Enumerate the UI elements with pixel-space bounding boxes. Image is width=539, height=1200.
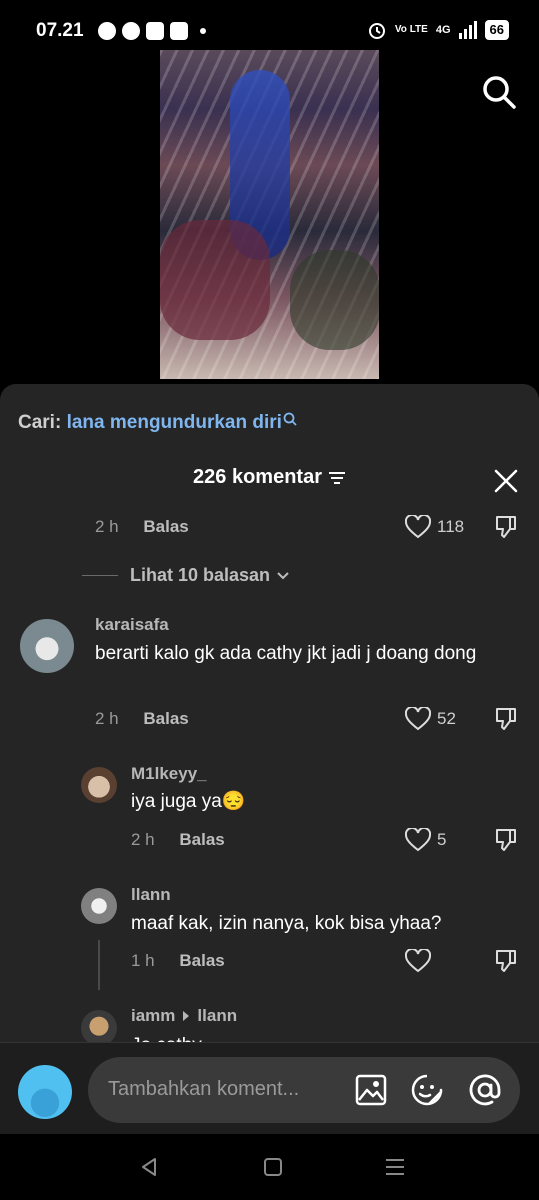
comment-composer: Tambahkan koment... (0, 1042, 539, 1134)
status-time: 07.21 (36, 20, 84, 41)
avatar[interactable] (20, 619, 74, 673)
comment-time: 1 h (131, 951, 155, 970)
reply-button[interactable]: Balas (143, 709, 188, 728)
discord-icon (170, 22, 188, 40)
heart-icon (405, 515, 431, 539)
comments-header: 226 komentar (0, 466, 539, 489)
view-replies-button[interactable]: Lihat 10 balasan (82, 565, 290, 586)
close-icon[interactable] (493, 468, 519, 494)
like-count: 5 (437, 830, 447, 849)
heart-icon (405, 828, 431, 852)
comment-meta: 2 h Balas (95, 709, 189, 729)
like-button[interactable]: 52 (405, 707, 456, 731)
recents-icon[interactable] (384, 1156, 406, 1178)
comment-time: 2 h (131, 830, 155, 849)
status-right: Vo LTE 4G 66 (367, 20, 509, 40)
comment-username[interactable]: M1lkeyy_ (131, 764, 207, 784)
avatar[interactable] (81, 888, 117, 924)
like-button[interactable]: 118 (405, 515, 464, 539)
video-player[interactable] (160, 50, 379, 379)
signal-icon (458, 21, 477, 39)
like-button[interactable]: 5 (405, 828, 446, 852)
alarm-icon (368, 23, 385, 39)
comment-username[interactable]: llann (131, 885, 171, 905)
comment-meta: 2 h Balas (131, 830, 225, 850)
network-type: 4G (435, 24, 451, 36)
comment-text: iya juga ya😔 (131, 791, 246, 812)
comment-username[interactable]: karaisafa (95, 615, 169, 635)
comment-meta: 1 h Balas (131, 951, 225, 971)
mention-icon[interactable] (468, 1073, 502, 1107)
comment-username-row: iamm llann (131, 1006, 237, 1026)
user-avatar[interactable] (18, 1065, 72, 1119)
comment-time: 2 h (95, 709, 119, 728)
comment-input-placeholder: Tambahkan koment... (108, 1078, 300, 1100)
sort-icon[interactable] (328, 471, 346, 485)
comment-text: maaf kak, izin nanya, kok bisa yhaa? (131, 913, 442, 934)
reply-to-username[interactable]: llann (197, 1006, 237, 1026)
reply-arrow-icon (183, 1011, 190, 1021)
search-suggestion[interactable]: Cari: lana mengundurkan diri (18, 412, 297, 434)
notification-icons (98, 22, 206, 40)
system-nav-bar (0, 1134, 539, 1200)
avatar[interactable] (81, 1010, 117, 1046)
dislike-icon[interactable] (493, 706, 519, 732)
comments-count-title: 226 komentar (193, 466, 322, 488)
dislike-icon[interactable] (493, 514, 519, 540)
like-count: 118 (437, 517, 465, 536)
heart-icon (405, 949, 431, 973)
search-icon[interactable] (481, 74, 517, 110)
comment-input[interactable]: Tambahkan koment... (88, 1057, 520, 1123)
reply-button[interactable]: Balas (143, 517, 188, 536)
home-icon[interactable] (262, 1156, 284, 1178)
heart-icon (405, 707, 431, 731)
chevron-down-icon (277, 571, 289, 579)
search-query[interactable]: lana mengundurkan diri (67, 412, 282, 433)
comment-meta: 2 h Balas (95, 517, 189, 537)
like-button[interactable] (405, 949, 437, 973)
view-replies-label: Lihat 10 balasan (130, 565, 271, 585)
dislike-icon[interactable] (493, 948, 519, 974)
dislike-icon[interactable] (493, 827, 519, 853)
reply-button[interactable]: Balas (179, 951, 224, 970)
chat-bubble-icon (122, 22, 140, 40)
avatar[interactable] (81, 767, 117, 803)
comment-username[interactable]: iamm (131, 1006, 175, 1026)
like-count: 52 (437, 709, 456, 728)
emoji-icon[interactable] (410, 1073, 444, 1107)
thread-line (98, 940, 100, 990)
image-icon[interactable] (354, 1073, 388, 1107)
divider (82, 575, 118, 576)
search-icon (283, 412, 297, 426)
comment-time: 2 h (95, 517, 119, 536)
reply-button[interactable]: Balas (179, 830, 224, 849)
discord-icon (146, 22, 164, 40)
volte-indicator: Vo LTE (394, 24, 428, 35)
more-notifications-dot (200, 28, 206, 34)
back-icon[interactable] (139, 1156, 161, 1178)
telegram-icon (98, 22, 116, 40)
battery-indicator: 66 (484, 20, 509, 40)
search-label: Cari: (18, 412, 62, 433)
comment-text: berarti kalo gk ada cathy jkt jadi j doa… (95, 643, 477, 664)
